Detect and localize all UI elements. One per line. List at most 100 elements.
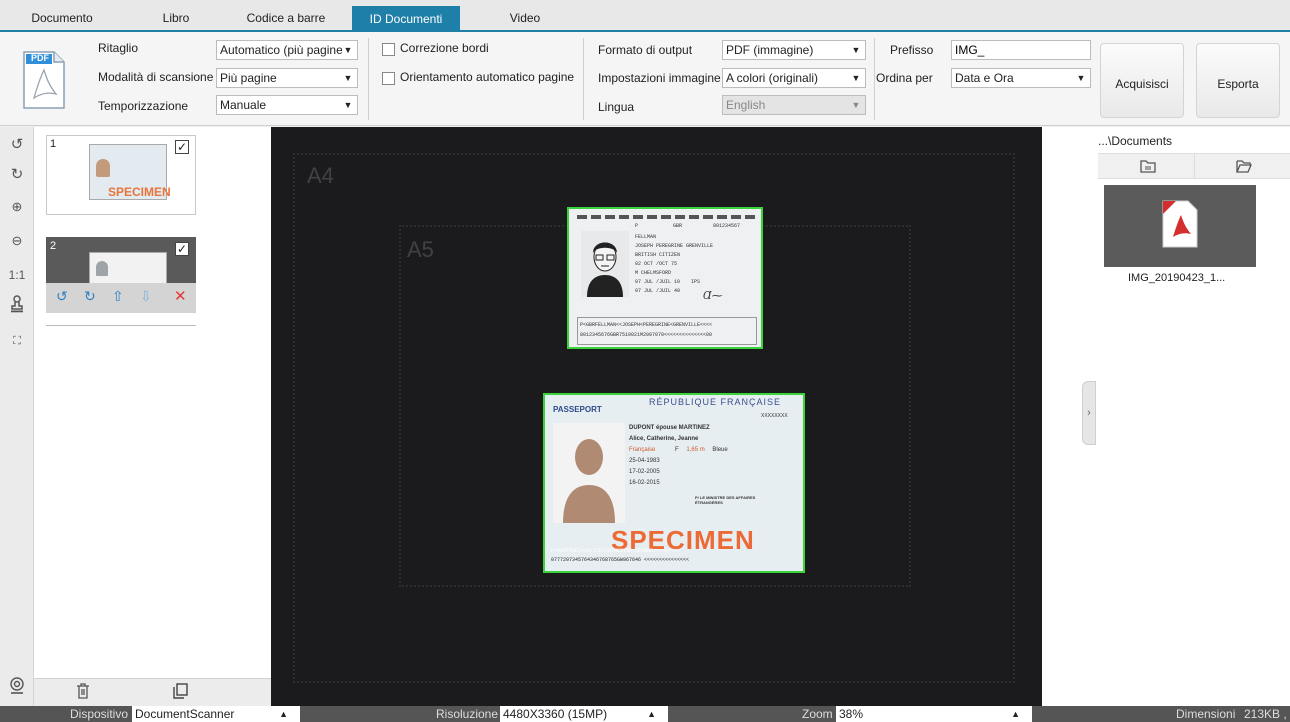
id-mrz-line-1: P<GBRFELLMAN<<JOSEPH<PEREGRINE<GRENVILLE… [580,322,713,328]
tab-documento[interactable]: Documento [0,7,124,32]
crop-label: Ritaglio [98,41,139,55]
actual-size-icon[interactable]: 1:1 [4,263,30,287]
copy-icon[interactable] [172,683,188,702]
move-up-icon[interactable]: ⇧ [112,288,124,305]
resolution-select[interactable]: 4480X3360 (15MP) ▲ [500,706,668,722]
chevron-up-icon: ▲ [279,709,288,719]
move-down-icon[interactable]: ⇩ [140,288,152,305]
thumbnail-panel: 1 ✓ SPECIMEN 2 ✓ ↺ ↻ ⇧ ⇩ ✕ [34,127,271,706]
status-bar: Dispositivo DocumentScanner ▲ Risoluzion… [0,706,1290,722]
language-label: Lingua [598,100,635,114]
crop-select-value: Automatico (più pagine [220,43,343,57]
image-settings-select-value: A colori (originali) [726,71,819,85]
collapse-panel-button[interactable]: › [1082,381,1096,445]
scan-mode-select[interactable]: Più pagine ▼ [216,68,358,88]
tab-codice-a-barre[interactable]: Codice a barre [228,7,344,32]
output-files-panel: › ...\Documents IMG_20190423_1... [1042,127,1290,706]
timing-select[interactable]: Manuale ▼ [216,95,358,115]
output-folder-path: ...\Documents [1098,134,1173,148]
stamp-icon[interactable] [4,295,30,319]
edge-correction-label: Correzione bordi [400,41,489,55]
thumbnail-footer [34,678,271,706]
tab-libro[interactable]: Libro [128,7,224,32]
scrollbar[interactable] [217,131,225,671]
folder-divider [1194,154,1195,178]
delete-icon[interactable]: ✕ [174,287,187,305]
fit-to-window-icon[interactable]: ⛶ [4,329,30,353]
timing-label: Temporizzazione [98,99,189,113]
id-surname: FELLMAN [635,234,657,240]
tab-video[interactable]: Video [470,7,580,32]
file-size-label: Dimensioni [1176,707,1236,721]
thumbnail-number: 1 [50,138,57,150]
rotate-left-icon[interactable]: ↺ [4,133,30,157]
thumbnail-item[interactable]: 1 ✓ SPECIMEN [46,135,196,215]
toolbar-divider [583,38,584,120]
id-authority: IPS [691,279,701,285]
paper-size-label-a4: A4 [307,163,334,188]
zoom-in-icon[interactable]: ⊕ [4,195,30,219]
tab-id-documenti[interactable]: ID Documenti [352,6,460,32]
language-select[interactable]: English ▼ [722,95,866,115]
chevron-down-icon: ▼ [1075,69,1087,87]
thumbnail-size-slider[interactable] [46,325,196,326]
output-format-select[interactable]: PDF (immagine) ▼ [722,40,866,60]
output-file-name: IMG_20190423_1... [1128,272,1226,284]
thumbnail-number: 2 [50,240,57,252]
rotate-right-icon[interactable]: ↻ [84,288,96,305]
mode-tab-bar: Documento Libro Codice a barre ID Docume… [0,0,1290,32]
chevron-up-icon: ▲ [647,709,656,719]
resolution-select-value: 4480X3360 (15MP) [503,707,608,721]
passport-mrz-line-1: P<MARTINEZ<<ALICE<CATHERINE<JEANNE<<<<<<… [551,548,681,554]
rotate-right-icon[interactable]: ↻ [4,163,30,187]
rotate-left-icon[interactable]: ↺ [56,288,68,305]
scan-mode-label: Modalità di scansione [98,70,214,84]
scan-preview-canvas[interactable]: A4 A5 P GBR 801234567 FELLMAN JOSEPH PER… [271,127,1042,706]
crop-select[interactable]: Automatico (più pagine ▼ [216,40,358,60]
id-number: 801234567 [713,223,741,229]
output-format-select-value: PDF (immagine) [726,43,814,57]
passport-given-names: Alice, Catherine, Jeanne [629,436,699,442]
auto-orientation-checkbox[interactable] [382,72,395,85]
acquire-button[interactable]: Acquisisci [1100,43,1184,118]
zoom-select[interactable]: 38% ▲ [836,706,1032,722]
thumbnail-checkbox[interactable]: ✓ [175,242,189,256]
passport-authority: P/ LE MINISTRE DES AFFAIRES ÉTRANGÈRES [695,495,756,505]
auto-orientation-label: Orientamento automatico pagine [400,70,575,84]
chevron-down-icon: ▼ [850,96,862,114]
id-issue-date: 07 JUL /JUIL 10 [635,279,681,285]
chevron-down-icon: ▼ [342,96,354,114]
passport-height: 1,65 m [686,447,705,453]
timing-select-value: Manuale [220,98,267,112]
chevron-down-icon: ▼ [342,41,354,59]
passport-title: PASSEPORT [553,405,602,414]
thumbnail-actions-bar: ↺ ↻ ⇧ ⇩ ✕ [46,283,196,313]
settings-toolbar: PDF Ritaglio Automatico (più pagine ▼ Mo… [0,32,1290,126]
language-select-value: English [726,98,766,112]
device-select-value: DocumentScanner [135,707,235,721]
trash-icon[interactable] [76,683,90,702]
sort-select[interactable]: Data e Ora ▼ [951,68,1091,88]
passport-eyes: Bleue [712,447,728,453]
device-select[interactable]: DocumentScanner ▲ [132,706,300,722]
output-file-thumbnail[interactable] [1104,185,1256,267]
webcam-icon[interactable] [4,677,30,701]
thumbnail-checkbox[interactable]: ✓ [175,140,189,154]
image-settings-select[interactable]: A colori (originali) ▼ [722,68,866,88]
prefix-input[interactable] [951,40,1091,60]
detected-passport[interactable]: PASSEPORT RÉPUBLIQUE FRANÇAISE XXXXXXXX … [543,393,805,573]
zoom-out-icon[interactable]: ⊖ [4,229,30,253]
passport-sex: F [675,447,679,453]
passport-issue-date: 17-02-2005 [629,469,660,475]
chevron-up-icon: ▲ [1011,709,1020,719]
export-button[interactable]: Esporta [1196,43,1280,118]
browse-folder-icon[interactable] [1140,159,1156,176]
open-folder-icon[interactable] [1236,159,1252,176]
passport-number: XXXXXXXX [761,413,788,419]
prefix-label: Prefisso [890,43,934,57]
detected-id-card[interactable]: P GBR 801234567 FELLMAN JOSEPH PEREGRINE… [567,207,763,349]
passport-date-of-birth: 25-04-1983 [629,458,660,464]
file-size-value: 213KB , [1244,707,1287,721]
id-given-names: JOSEPH PEREGRINE GRENVILLE [635,243,714,249]
edge-correction-checkbox[interactable] [382,43,395,56]
